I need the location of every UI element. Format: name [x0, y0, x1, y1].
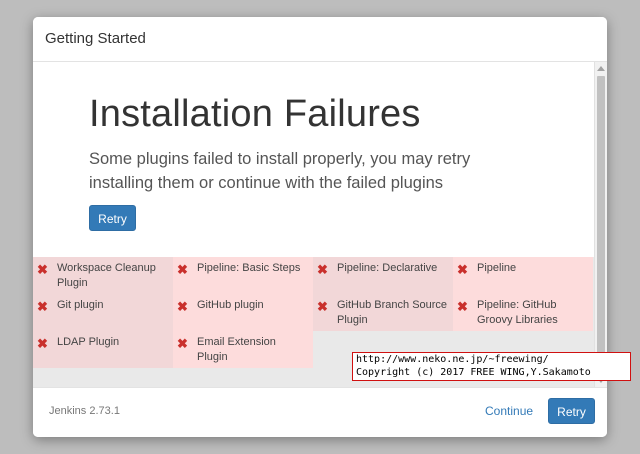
- plugin-item: ✖ Email Extension Plugin: [173, 331, 313, 368]
- footer-retry-button[interactable]: Retry: [548, 398, 595, 424]
- continue-link[interactable]: Continue: [485, 404, 533, 418]
- x-icon: ✖: [177, 299, 188, 314]
- scroll-thumb[interactable]: [597, 76, 605, 376]
- plugin-item: ✖ Pipeline: GitHub Groovy Libraries: [453, 294, 593, 331]
- installation-failures-panel: Installation Failures Some plugins faile…: [33, 62, 594, 257]
- plugin-name: Workspace Cleanup Plugin: [57, 262, 156, 289]
- plugin-name: Git plugin: [57, 299, 104, 311]
- plugin-item: ✖ LDAP Plugin: [33, 331, 173, 368]
- x-icon: ✖: [37, 336, 48, 351]
- plugin-name: Pipeline: [477, 262, 517, 274]
- scroll-up-arrow-icon[interactable]: [597, 66, 605, 71]
- dialog-title: Getting Started: [45, 30, 146, 47]
- retry-button[interactable]: Retry: [89, 205, 136, 231]
- x-icon: ✖: [37, 299, 48, 314]
- plugin-name: GitHub plugin: [197, 299, 264, 311]
- x-icon: ✖: [317, 299, 328, 314]
- page-title: Installation Failures: [89, 93, 421, 135]
- plugin-name: Pipeline: GitHub Groovy Libraries: [477, 299, 558, 326]
- failure-description: Some plugins failed to install properly,…: [89, 150, 471, 192]
- copyright-watermark: http://www.neko.ne.jp/~freewing/ Copyrig…: [352, 352, 631, 381]
- dialog-body: Installation Failures Some plugins faile…: [33, 62, 594, 387]
- plugin-name: Pipeline: Basic Steps: [197, 262, 301, 274]
- dialog-header: Getting Started: [33, 17, 607, 62]
- vertical-scrollbar[interactable]: [594, 62, 607, 387]
- x-icon: ✖: [37, 262, 48, 277]
- plugin-item: ✖ Git plugin: [33, 294, 173, 331]
- plugin-name: Pipeline: Declarative: [337, 262, 438, 274]
- x-icon: ✖: [177, 336, 188, 351]
- plugin-name: GitHub Branch Source Plugin: [337, 299, 448, 326]
- jenkins-version: Jenkins 2.73.1: [49, 405, 120, 417]
- plugin-item: ✖ GitHub plugin: [173, 294, 313, 331]
- plugin-item: ✖ Pipeline: Declarative: [313, 257, 453, 294]
- plugin-item: ✖ GitHub Branch Source Plugin: [313, 294, 453, 331]
- x-icon: ✖: [317, 262, 328, 277]
- watermark-copyright: Copyright (c) 2017 FREE WING,Y.Sakamoto: [356, 366, 591, 378]
- plugin-item: ✖ Pipeline: Basic Steps: [173, 257, 313, 294]
- dialog-footer: Jenkins 2.73.1 Continue Retry: [33, 387, 607, 437]
- plugin-name: LDAP Plugin: [57, 336, 120, 348]
- x-icon: ✖: [457, 262, 468, 277]
- plugin-item: ✖ Workspace Cleanup Plugin: [33, 257, 173, 294]
- plugin-item: ✖ Pipeline: [453, 257, 593, 294]
- x-icon: ✖: [177, 262, 188, 277]
- plugin-name: Email Extension Plugin: [197, 336, 276, 363]
- watermark-url: http://www.neko.ne.jp/~freewing/: [356, 354, 549, 365]
- x-icon: ✖: [457, 299, 468, 314]
